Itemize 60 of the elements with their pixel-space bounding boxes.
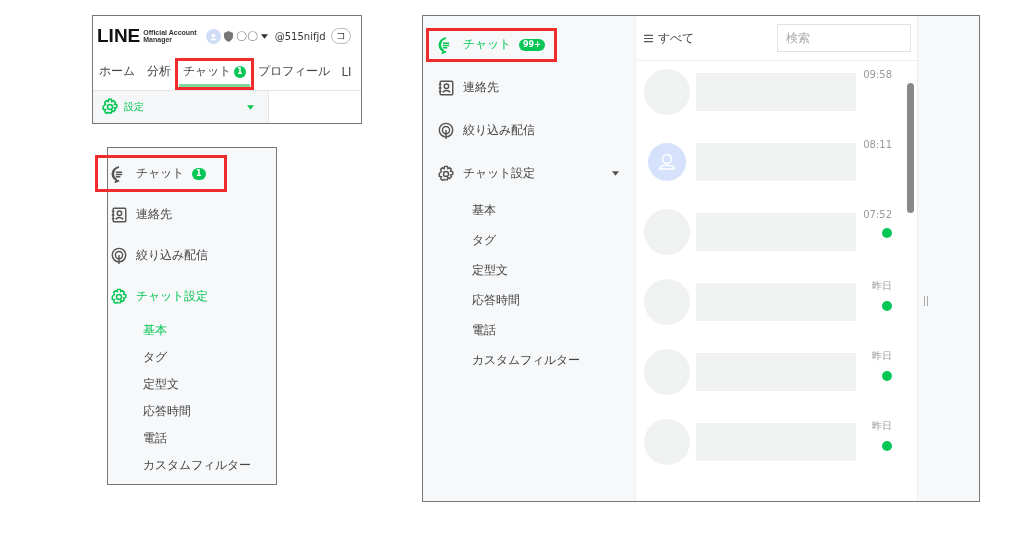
submenu-item[interactable]: 応答時間 bbox=[423, 285, 635, 315]
submenu-item[interactable]: タグ bbox=[423, 225, 635, 255]
search-field[interactable]: 検索 bbox=[777, 24, 911, 52]
settings-label: 設定 bbox=[124, 100, 144, 114]
chat-time: 昨日 bbox=[872, 419, 892, 433]
resize-handle[interactable] bbox=[924, 296, 928, 306]
nav-item[interactable]: 絞り込み配信 bbox=[108, 235, 276, 276]
account-name: 〇〇 bbox=[235, 28, 258, 44]
logo: LINE bbox=[97, 25, 141, 47]
submenu-item[interactable]: 電話 bbox=[108, 425, 276, 452]
nav-item[interactable]: 連絡先 bbox=[108, 194, 276, 235]
broadcast-icon bbox=[110, 246, 128, 265]
caret-icon bbox=[260, 33, 268, 39]
submenu-item[interactable]: 基本 bbox=[423, 195, 635, 225]
chat-time: 昨日 bbox=[872, 279, 892, 293]
nav-item[interactable]: チャット設定 bbox=[423, 152, 635, 195]
broadcast-icon bbox=[437, 121, 455, 140]
filter-dropdown[interactable]: すべて bbox=[644, 29, 694, 47]
nav-label: 連絡先 bbox=[136, 206, 172, 223]
contact-book-icon bbox=[110, 205, 128, 224]
submenu-item[interactable]: 定型文 bbox=[108, 371, 276, 398]
chat-time: 07:52 bbox=[863, 209, 892, 220]
avatar-icon bbox=[205, 28, 221, 44]
chat-time: 昨日 bbox=[872, 349, 892, 363]
nav-label: 絞り込み配信 bbox=[136, 247, 208, 264]
tab[interactable]: プロフィール bbox=[253, 59, 334, 87]
submenu-item[interactable]: 応答時間 bbox=[108, 398, 276, 425]
nav-label: チャット設定 bbox=[463, 165, 535, 182]
nav-item[interactable]: チャット 1 bbox=[108, 153, 276, 194]
nav-item[interactable]: 絞り込み配信 bbox=[423, 109, 635, 152]
count-badge: 1 bbox=[192, 167, 206, 180]
count-badge: 99+ bbox=[519, 38, 545, 51]
tab[interactable]: 分析 bbox=[143, 59, 175, 87]
nav-label: 連絡先 bbox=[463, 79, 499, 96]
count-badge: 1 bbox=[234, 65, 246, 78]
account-id: @515nifjd bbox=[274, 30, 326, 42]
gear-icon bbox=[101, 98, 119, 116]
submenu-item[interactable]: カスタムフィルター bbox=[108, 452, 276, 479]
caret-icon[interactable] bbox=[612, 171, 619, 176]
gear-icon bbox=[437, 164, 455, 183]
nav-label: チャット bbox=[463, 36, 511, 53]
tab[interactable]: LI bbox=[337, 59, 356, 87]
nav-item[interactable]: 連絡先 bbox=[423, 66, 635, 109]
nav-label: 絞り込み配信 bbox=[463, 122, 535, 139]
gear-icon bbox=[110, 287, 128, 306]
nav-label: チャット設定 bbox=[136, 288, 208, 305]
scrollbar[interactable] bbox=[907, 83, 914, 213]
chat-time: 08:11 bbox=[863, 139, 892, 150]
caret-icon bbox=[247, 104, 254, 110]
submenu-item[interactable]: 定型文 bbox=[423, 255, 635, 285]
nav-label: チャット bbox=[136, 165, 184, 182]
tab[interactable]: ホーム bbox=[95, 59, 139, 87]
submenu-item[interactable]: 電話 bbox=[423, 315, 635, 345]
submenu-item[interactable]: カスタムフィルター bbox=[423, 345, 635, 375]
menu-icon bbox=[644, 33, 653, 43]
chat-time: 09:58 bbox=[863, 69, 892, 80]
submenu-item[interactable]: タグ bbox=[108, 344, 276, 371]
shield-icon bbox=[223, 30, 233, 42]
tab[interactable]: チャット 1 bbox=[179, 59, 250, 87]
contact-book-icon bbox=[437, 78, 455, 97]
